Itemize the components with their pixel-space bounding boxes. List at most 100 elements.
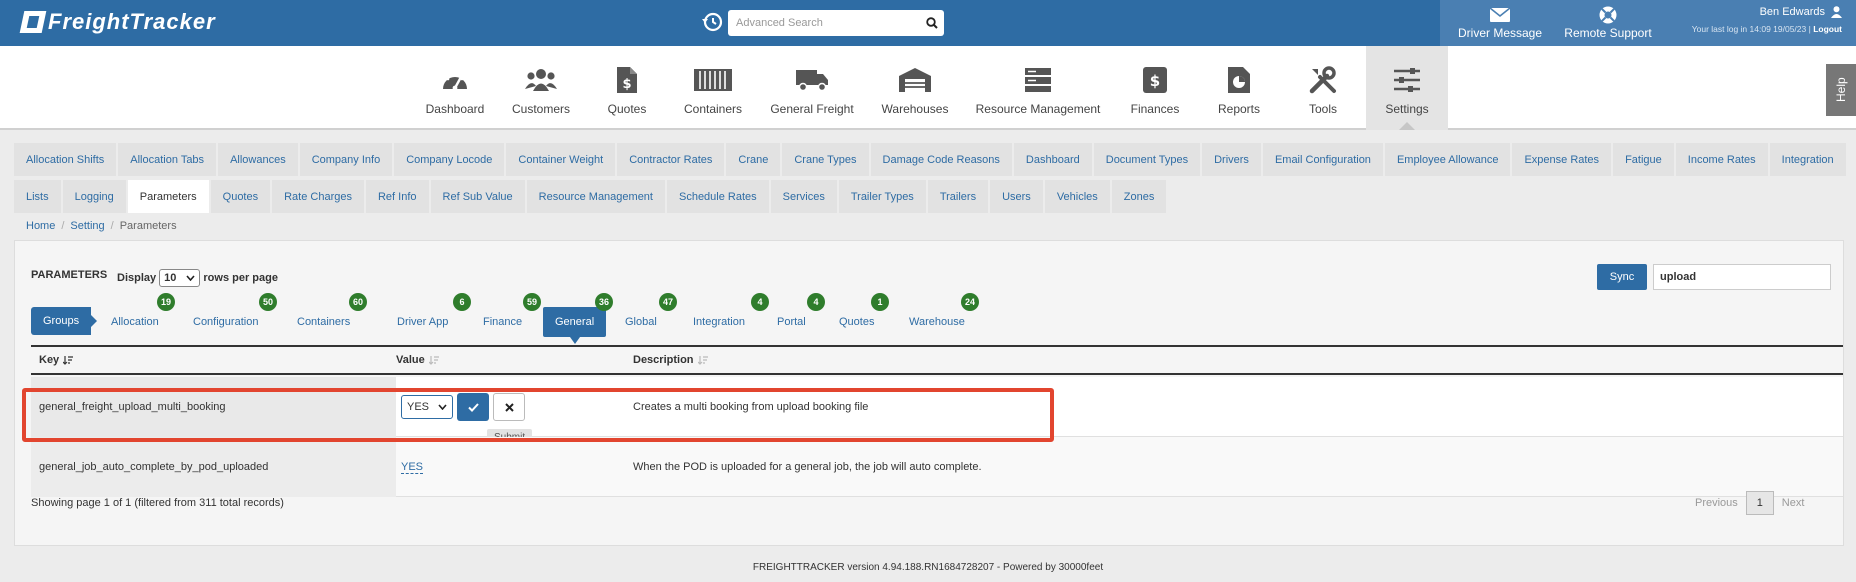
main-navigation: Dashboard Customers $ Quotes Containers … — [0, 46, 1856, 130]
nav-label: Dashboard — [425, 102, 485, 116]
tab-company-locode[interactable]: Company Locode — [394, 143, 505, 176]
tab-drivers[interactable]: Drivers — [1202, 143, 1261, 176]
server-icon — [1024, 62, 1052, 98]
group-tab-general[interactable]: General 36 — [543, 293, 613, 344]
tab-quotes[interactable]: Quotes — [210, 180, 271, 213]
nav-quotes[interactable]: $ Quotes — [600, 46, 654, 130]
tab-resource-management[interactable]: Resource Management — [526, 180, 665, 213]
help-tab[interactable]: Help — [1826, 64, 1856, 116]
tab-income-rates[interactable]: Income Rates — [1675, 143, 1768, 176]
tab-email-configuration[interactable]: Email Configuration — [1262, 143, 1383, 176]
column-header-description[interactable]: Description — [633, 354, 708, 366]
nav-customers[interactable]: Customers — [504, 46, 578, 130]
nav-dashboard[interactable]: Dashboard — [416, 46, 494, 130]
tab-container-weight[interactable]: Container Weight — [506, 143, 616, 176]
nav-settings[interactable]: Settings — [1366, 46, 1448, 130]
column-header-value[interactable]: Value — [396, 354, 439, 366]
tab-schedule-rates[interactable]: Schedule Rates — [666, 180, 769, 213]
tab-allowances[interactable]: Allowances — [218, 143, 298, 176]
group-tab-quotes[interactable]: Quotes 1 — [839, 293, 889, 337]
driver-message-button[interactable]: Driver Message — [1448, 4, 1552, 44]
driver-message-label: Driver Message — [1457, 26, 1543, 40]
tab-company-info[interactable]: Company Info — [299, 143, 393, 176]
tab-fatigue[interactable]: Fatigue — [1613, 143, 1674, 176]
advanced-search-input[interactable] — [728, 11, 920, 35]
nav-containers[interactable]: Containers — [680, 46, 746, 130]
tab-vehicles[interactable]: Vehicles — [1044, 180, 1110, 213]
group-tab-containers[interactable]: Containers 60 — [297, 293, 367, 337]
group-tab-allocation[interactable]: Allocation 19 — [111, 293, 175, 337]
search-icon[interactable] — [920, 11, 944, 35]
tab-crane-types[interactable]: Crane Types — [782, 143, 869, 176]
tab-damage-code-reasons[interactable]: Damage Code Reasons — [870, 143, 1012, 176]
group-count-badge: 4 — [751, 293, 769, 311]
group-tab-global[interactable]: Global 47 — [625, 293, 677, 337]
tab-services[interactable]: Services — [770, 180, 837, 213]
nav-warehouses[interactable]: Warehouses — [880, 46, 950, 130]
group-label: Driver App — [397, 316, 449, 328]
group-tab-portal[interactable]: Portal 4 — [777, 293, 825, 337]
tab-contractor-rates[interactable]: Contractor Rates — [617, 143, 725, 176]
nav-general-freight[interactable]: General Freight — [768, 46, 856, 130]
highlight-annotation-box — [22, 388, 1054, 442]
warehouse-icon — [898, 62, 932, 98]
group-count-badge: 6 — [453, 293, 471, 311]
page-number-button[interactable]: 1 — [1745, 491, 1774, 515]
editable-value-link[interactable]: YES — [401, 461, 424, 474]
tab-lists[interactable]: Lists — [14, 180, 61, 213]
groups-button[interactable]: Groups — [31, 307, 92, 335]
tab-allocation-shifts[interactable]: Allocation Shifts — [14, 143, 117, 176]
tab-crane[interactable]: Crane — [726, 143, 781, 176]
column-header-key[interactable]: Key — [39, 354, 74, 366]
tab-allocation-tabs[interactable]: Allocation Tabs — [118, 143, 217, 176]
breadcrumb-home[interactable]: Home — [26, 220, 55, 232]
breadcrumb-separator: / — [61, 220, 65, 232]
pagination: Previous 1 Next — [1695, 491, 1804, 515]
nav-label: Resource Management — [975, 102, 1101, 116]
group-tab-finance[interactable]: Finance 59 — [483, 293, 541, 337]
tab-ref-info[interactable]: Ref Info — [365, 180, 429, 213]
user-name[interactable]: Ben Edwards — [1760, 6, 1825, 18]
tab-rate-charges[interactable]: Rate Charges — [272, 180, 364, 213]
next-page-button[interactable]: Next — [1782, 497, 1805, 509]
tab-dashboard[interactable]: Dashboard — [1013, 143, 1092, 176]
key-cell: general_job_auto_complete_by_pod_uploade… — [31, 437, 396, 497]
breadcrumb-setting[interactable]: Setting — [70, 220, 104, 232]
previous-page-button[interactable]: Previous — [1695, 497, 1738, 509]
parameters-table: Key Value Description general_freight_up… — [31, 345, 1843, 497]
remote-support-button[interactable]: Remote Support — [1556, 4, 1660, 44]
group-label: Integration — [693, 316, 745, 328]
tab-ref-sub-value[interactable]: Ref Sub Value — [430, 180, 525, 213]
nav-reports[interactable]: Reports — [1214, 46, 1264, 130]
tab-trailer-types[interactable]: Trailer Types — [838, 180, 926, 213]
tab-integration[interactable]: Integration — [1769, 143, 1846, 176]
sync-button[interactable]: Sync — [1597, 264, 1647, 290]
tab-parameters[interactable]: Parameters — [127, 180, 209, 213]
column-header-label: Key — [39, 354, 60, 366]
tab-zones[interactable]: Zones — [1111, 180, 1167, 213]
sort-desc-icon — [63, 356, 74, 365]
freighttracker-logo[interactable]: FreightTracker — [19, 9, 216, 34]
tab-trailers[interactable]: Trailers — [927, 180, 989, 213]
nav-tools[interactable]: Tools — [1300, 46, 1346, 130]
group-tab-driver-app[interactable]: Driver App 6 — [397, 293, 471, 337]
column-header-label: Value — [396, 354, 425, 366]
user-icon[interactable] — [1831, 6, 1842, 18]
tab-expense-rates[interactable]: Expense Rates — [1512, 143, 1612, 176]
tab-employee-allowance[interactable]: Employee Allowance — [1384, 143, 1511, 176]
group-tab-configuration[interactable]: Configuration 50 — [193, 293, 277, 337]
tab-logging[interactable]: Logging — [62, 180, 126, 213]
tab-document-types[interactable]: Document Types — [1093, 143, 1201, 176]
history-icon[interactable] — [700, 10, 724, 34]
rows-per-page-select[interactable]: 10 — [159, 269, 201, 287]
group-tab-integration[interactable]: Integration 4 — [693, 293, 769, 337]
nav-label: General Freight — [770, 102, 854, 116]
nav-resource-management[interactable]: Resource Management — [976, 46, 1100, 130]
nav-finances[interactable]: $ Finances — [1130, 46, 1180, 130]
tab-users[interactable]: Users — [990, 180, 1043, 213]
group-count-badge: 47 — [659, 293, 677, 311]
group-tab-warehouse[interactable]: Warehouse 24 — [909, 293, 979, 337]
group-label: Configuration — [193, 316, 259, 328]
filter-input[interactable]: upload — [1653, 264, 1831, 290]
logout-link[interactable]: Logout — [1813, 24, 1842, 34]
